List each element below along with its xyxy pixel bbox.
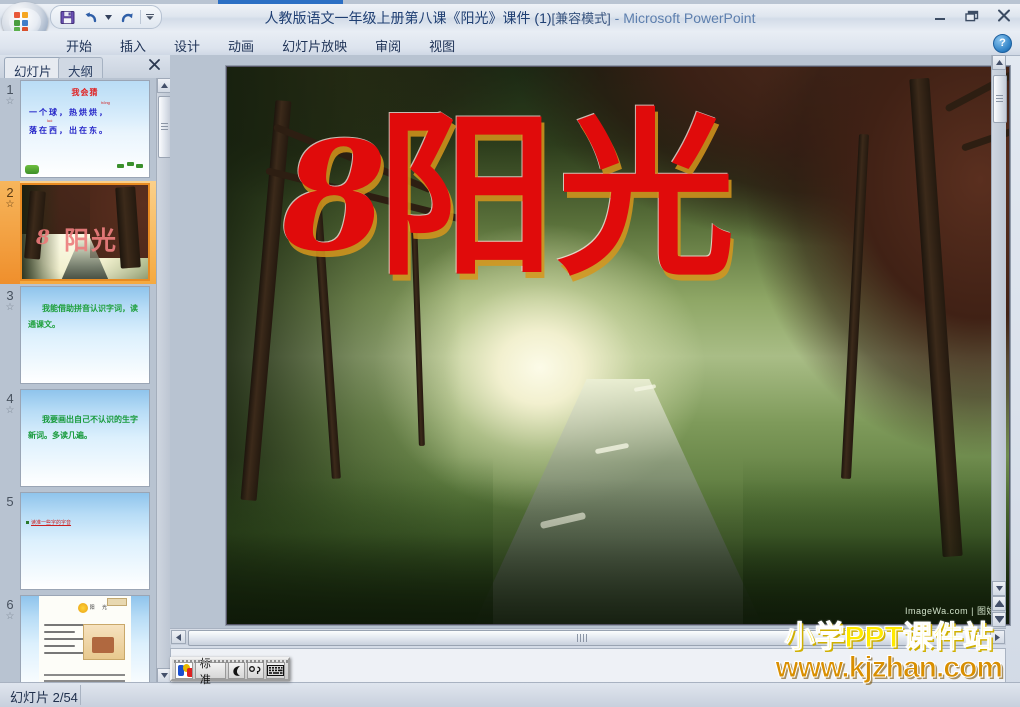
slide-number-column: 4 ☆	[0, 387, 20, 490]
title-bar: 人教版语文一年级上册第八课《阳光》课件 (1)[兼容模式] - Microsof…	[0, 2, 1020, 42]
slides-panel-scrollbar[interactable]	[156, 78, 172, 683]
thumb5-text: 读准一些字的字音	[31, 520, 72, 526]
animation-star-icon: ☆	[5, 96, 15, 107]
thumb6-title: 阳 光	[89, 605, 110, 611]
list-item[interactable]: 4 ☆ 我要画出自己不认识的生字新词。多读几遍。	[0, 387, 156, 490]
slide-lesson-number: 8	[282, 109, 387, 285]
ime-mode-button[interactable]: 标准	[194, 658, 227, 686]
thumb6-illustration	[83, 624, 126, 660]
slide-number-column: 2 ☆	[0, 181, 20, 284]
list-item[interactable]: 5 读准一些字的字音	[0, 490, 156, 593]
list-item[interactable]: 1 ☆ 我会猜 hōng 一个球，热烘烘， luò 落在西，出在东。	[0, 78, 156, 181]
frog-decoration-icon	[25, 165, 39, 174]
previous-slide-button[interactable]	[992, 596, 1006, 611]
close-button[interactable]	[994, 7, 1014, 24]
powerpoint-window: 人教版语文一年级上册第八课《阳光》课件 (1)[兼容模式] - Microsof…	[0, 0, 1020, 707]
restore-button[interactable]	[962, 7, 982, 24]
slide-thumbnail-6[interactable]: 阳 光	[20, 595, 150, 683]
slide-thumbnail-list[interactable]: 1 ☆ 我会猜 hōng 一个球，热烘烘， luò 落在西，出在东。 2 ☆ 8…	[0, 78, 156, 683]
slide-thumbnail-2[interactable]: 8 阳光	[20, 183, 150, 281]
slide-thumbnail-1[interactable]: 我会猜 hōng 一个球，热烘烘， luò 落在西，出在东。	[20, 80, 150, 178]
next-slide-button[interactable]	[992, 612, 1006, 627]
scrollbar-thumb[interactable]	[993, 75, 1007, 123]
horizontal-scrollbar-thumb[interactable]	[188, 630, 980, 646]
slide-title-char-1: 阳	[377, 91, 555, 300]
slide-area-horizontal-scrollbar[interactable]	[170, 628, 1006, 646]
current-slide-wrapper: 8 阳 光 ImageWa.com | 图娃	[226, 66, 1010, 625]
thumb2-number: 8	[36, 225, 50, 249]
slide-number: 1	[6, 82, 14, 97]
moon-icon[interactable]	[228, 662, 246, 679]
list-item[interactable]: 3 ☆ 我能借助拼音认识字词，读通课文。	[0, 284, 156, 387]
thumb1-pinyin-1: hōng	[101, 100, 110, 105]
slide-number: 2	[6, 185, 14, 200]
scroll-up-icon[interactable]	[992, 55, 1006, 70]
animation-star-icon: ☆	[5, 405, 15, 416]
close-panel-icon[interactable]	[146, 58, 162, 74]
slide-counter: 幻灯片 2/54	[10, 690, 78, 705]
sun-icon	[77, 603, 88, 613]
scroll-right-icon[interactable]	[990, 630, 1005, 644]
slides-panel: 幻灯片 大纲 1 ☆ 我会猜 hōng 一个球，热烘烘， luò 落在西，出在东…	[0, 55, 172, 683]
image-source-watermark: ImageWa.com | 图娃	[899, 603, 1001, 618]
minimize-button[interactable]	[930, 7, 950, 24]
ime-logo-icon[interactable]	[175, 662, 193, 679]
slide-number-column: 1 ☆	[0, 78, 20, 181]
document-title: 人教版语文一年级上册第八课《阳光》课件 (1)	[264, 10, 552, 26]
ribbon-tab-strip: 开始 插入 设计 动画 幻灯片放映 审阅 视图 ?	[0, 31, 1020, 56]
scroll-down-icon[interactable]	[992, 581, 1006, 596]
current-slide[interactable]: 8 阳 光 ImageWa.com | 图娃	[226, 66, 1010, 625]
grass-decoration-icon	[117, 162, 143, 169]
slide-title-textbox[interactable]: 8 阳 光	[227, 67, 1009, 624]
list-item[interactable]: 6 ☆ 阳 光	[0, 593, 156, 683]
ime-toolbar[interactable]: 标准	[170, 657, 290, 686]
slide-number: 5	[6, 494, 14, 509]
slide-thumbnail-5[interactable]: 读准一些字的字音	[20, 492, 150, 590]
slide-number: 6	[6, 597, 14, 612]
window-controls	[930, 7, 1014, 24]
animation-star-icon: ☆	[5, 199, 15, 210]
notes-pane[interactable]: 单击此处添加备注	[170, 648, 1006, 683]
help-icon[interactable]: ?	[993, 34, 1012, 53]
thumb1-line-2: 落在西，出在东。	[29, 126, 109, 135]
thumb6-text-lines	[43, 624, 88, 659]
slide-number-column: 3 ☆	[0, 284, 20, 387]
thumb3-text: 我能借助拼音认识字词，读通课文。	[28, 304, 138, 329]
status-separator	[80, 685, 81, 705]
slide-number: 3	[6, 288, 14, 303]
thumb4-text: 我要画出自己不认识的生字新词。多读几遍。	[28, 415, 138, 440]
list-item[interactable]: 2 ☆ 8 阳光	[0, 181, 156, 284]
animation-star-icon: ☆	[5, 611, 15, 622]
panel-tab-strip: 幻灯片 大纲	[0, 55, 170, 82]
status-bar: 幻灯片 2/54	[0, 682, 1020, 707]
slide-number-column: 6 ☆	[0, 593, 20, 683]
thumb1-line-1: 一个球，热烘烘，	[29, 108, 109, 117]
thumb6-page: 阳 光	[38, 596, 132, 683]
slide-title-char-2: 光	[557, 91, 735, 300]
thumb2-title: 阳光	[64, 226, 119, 255]
scroll-up-icon[interactable]	[157, 78, 171, 93]
punctuation-toggle-icon[interactable]	[247, 662, 264, 679]
thumb6-badge	[107, 598, 128, 606]
slide-editing-area: 8 阳 光 ImageWa.com | 图娃	[170, 55, 1010, 628]
animation-star-icon: ☆	[5, 302, 15, 313]
thumb1-pinyin-2: luò	[47, 118, 53, 123]
slide-number-column: 5	[0, 490, 20, 593]
slide-thumbnail-3[interactable]: 我能借助拼音认识字词，读通课文。	[20, 286, 150, 384]
scroll-down-icon[interactable]	[157, 668, 171, 683]
slide-number: 4	[6, 391, 14, 406]
slide-area-scrollbar[interactable]	[991, 55, 1007, 628]
application-name: - Microsoft PowerPoint	[614, 10, 756, 26]
compatibility-mode: [兼容模式]	[551, 11, 611, 26]
keyboard-icon[interactable]	[266, 662, 285, 679]
thumb-background	[21, 493, 149, 589]
slide-thumbnail-4[interactable]: 我要画出自己不认识的生字新词。多读几遍。	[20, 389, 150, 487]
bullet-icon	[26, 521, 29, 524]
thumb1-title: 我会猜	[71, 88, 99, 97]
window-title: 人教版语文一年级上册第八课《阳光》课件 (1)[兼容模式] - Microsof…	[0, 8, 1020, 28]
scroll-left-icon[interactable]	[171, 630, 186, 644]
